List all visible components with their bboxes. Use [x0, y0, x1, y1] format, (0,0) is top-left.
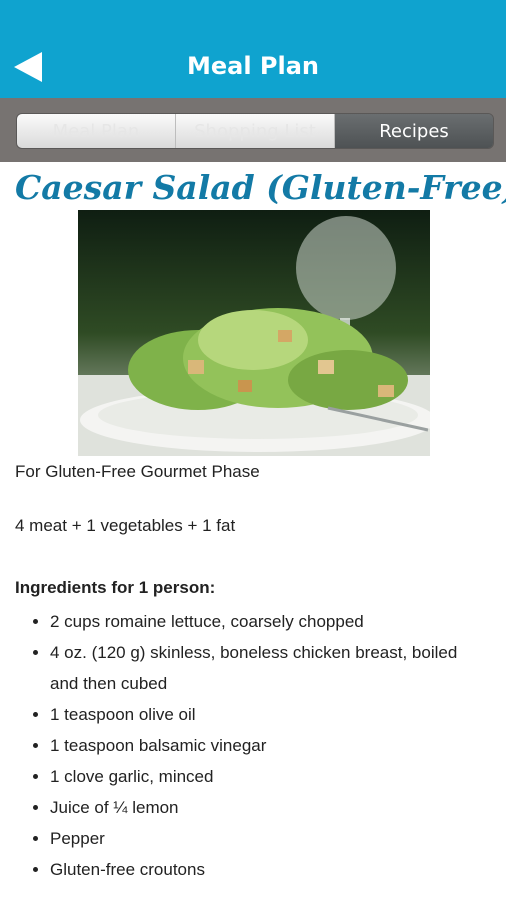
tab-shopping-list[interactable]: Shopping List	[176, 114, 335, 148]
segmented-tabs: Meal Plan Shopping List Recipes	[16, 113, 494, 149]
phase-text: For Gluten-Free Gourmet Phase	[15, 462, 260, 481]
ingredients-list: 2 cups romaine lettuce, coarsely chopped…	[32, 606, 490, 885]
list-item: 1 clove garlic, minced	[50, 761, 490, 792]
tab-recipes[interactable]: Recipes	[335, 114, 493, 148]
salad-photo	[78, 210, 430, 456]
list-item: 1 teaspoon olive oil	[50, 699, 490, 730]
ingredients-heading: Ingredients for 1 person:	[15, 578, 216, 597]
list-item: 2 cups romaine lettuce, coarsely chopped	[50, 606, 490, 637]
top-bar: Meal Plan	[0, 0, 506, 98]
list-item: Gluten-free croutons	[50, 854, 490, 885]
portions-text: 4 meat + 1 vegetables + 1 fat	[15, 516, 236, 535]
page-title: Meal Plan	[186, 52, 320, 80]
list-item: Pepper	[50, 823, 490, 854]
list-item: Juice of ¼ lemon	[50, 792, 490, 823]
list-item: 4 oz. (120 g) skinless, boneless chicken…	[50, 637, 490, 699]
recipe-title: Caesar Salad (Gluten-Free)	[15, 168, 506, 207]
list-item: 1 teaspoon balsamic vinegar	[50, 730, 490, 761]
tab-meal-plan[interactable]: Meal Plan	[17, 114, 176, 148]
